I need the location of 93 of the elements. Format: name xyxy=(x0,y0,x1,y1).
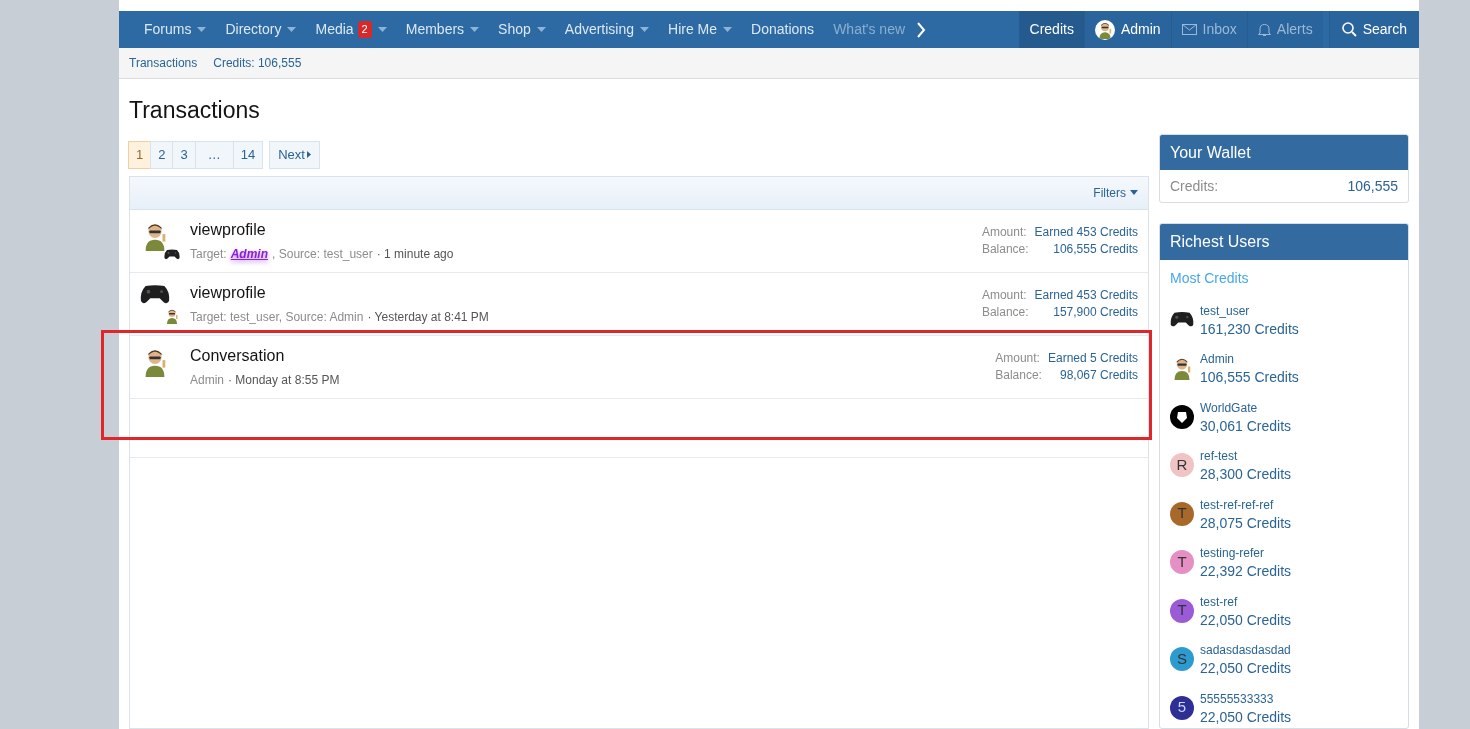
credits-amount: 161,230 Credits xyxy=(1200,319,1299,338)
username-link[interactable]: test_user xyxy=(1200,301,1299,320)
nav-tab[interactable]: Inbox xyxy=(1170,11,1247,48)
transaction-title[interactable]: viewprofile xyxy=(190,218,454,242)
meta-text: Target: test_user, Source: Admin xyxy=(190,309,364,326)
caret-icon xyxy=(723,27,733,32)
meta-text: Admin xyxy=(190,372,224,389)
filters-button[interactable]: Filters xyxy=(1093,183,1138,202)
page-link[interactable]: 2 xyxy=(150,140,174,169)
amount-value: Earned 5 Credits xyxy=(1047,349,1138,367)
caret-icon xyxy=(306,151,311,158)
page-link[interactable]: 1 xyxy=(128,140,152,169)
next-button[interactable]: Next xyxy=(269,140,320,169)
bell-icon xyxy=(1257,22,1271,37)
chevron-right-icon[interactable] xyxy=(916,21,927,38)
panel-title: Richest Users xyxy=(1160,224,1408,261)
letter-avatar: S xyxy=(1170,647,1194,672)
page-link[interactable]: 14 xyxy=(232,140,264,169)
username-link[interactable]: Admin xyxy=(1200,350,1299,369)
credits-amount: 30,061 Credits xyxy=(1200,416,1292,435)
nav-tab[interactable]: Directory xyxy=(225,19,297,40)
panel-title: Your Wallet xyxy=(1160,135,1408,170)
letter-avatar: T xyxy=(1170,598,1194,623)
username-link[interactable]: WorldGate xyxy=(1200,398,1292,417)
caret-icon xyxy=(640,27,650,32)
search-icon xyxy=(1341,22,1357,37)
username-link[interactable]: sadasdasdasdad xyxy=(1200,641,1292,660)
panel-subtitle: Most Credits xyxy=(1169,269,1250,289)
letter-avatar: R xyxy=(1170,453,1194,478)
balance-label: Balance: xyxy=(981,240,1029,258)
credits-amount: 28,075 Credits xyxy=(1200,513,1292,532)
username-link[interactable]: Admin xyxy=(230,245,269,263)
timestamp: · 1 minute ago xyxy=(376,246,454,263)
breadcrumb-link[interactable]: Credits: 106,555 xyxy=(213,54,302,72)
gamepad-icon xyxy=(164,249,180,261)
balance-value: 98,067 Credits xyxy=(1058,366,1138,384)
meta-text: Target: xyxy=(190,246,227,263)
gamepad-icon xyxy=(140,283,170,305)
nav-tab[interactable]: Media 2 xyxy=(315,19,387,40)
gamepad-icon xyxy=(1170,311,1194,329)
amount-label: Amount: xyxy=(981,223,1028,241)
page-link[interactable]: 3 xyxy=(172,140,196,169)
amount-value: Earned 453 Credits xyxy=(1034,223,1138,241)
caret-icon xyxy=(1130,190,1138,195)
nav-tab[interactable]: Advertising xyxy=(564,19,650,40)
balance-value: 157,900 Credits xyxy=(1052,303,1138,321)
transaction-title[interactable]: viewprofile xyxy=(190,281,489,305)
meta-text: , Source: test_user xyxy=(272,246,373,263)
amount-value: Earned 453 Credits xyxy=(1034,286,1138,304)
nav-tab[interactable]: Search xyxy=(1328,11,1419,48)
count-badge: 2 xyxy=(357,21,372,38)
credits-amount: 106,555 Credits xyxy=(1200,368,1299,387)
username-link[interactable]: ref-test xyxy=(1200,447,1292,466)
balance-label: Balance: xyxy=(981,303,1029,321)
transaction-title[interactable]: Conversation xyxy=(190,344,340,368)
nav-tab[interactable]: Credits xyxy=(1018,11,1084,48)
balance-value: 106,555 Credits xyxy=(1052,240,1138,258)
nav-tab[interactable]: Shop xyxy=(498,19,546,40)
letter-avatar: T xyxy=(1170,550,1194,575)
letter-avatar: T xyxy=(1170,501,1194,526)
nav-tab[interactable]: Hire Me xyxy=(668,19,733,40)
caret-icon xyxy=(377,27,387,32)
username-link[interactable]: test-ref-ref-ref xyxy=(1200,495,1292,514)
timestamp: · Monday at 8:55 PM xyxy=(228,372,340,389)
emblem-avatar-icon xyxy=(1170,404,1194,429)
username-link[interactable]: 55555533333 xyxy=(1200,689,1292,708)
nav-tab[interactable]: Donations xyxy=(751,19,815,40)
caret-icon xyxy=(470,27,480,32)
page-link[interactable]: … xyxy=(194,140,234,169)
credits-amount: 22,050 Credits xyxy=(1200,659,1292,678)
breadcrumb-link[interactable]: Transactions xyxy=(129,54,198,72)
caret-icon xyxy=(197,27,207,32)
page-title: Transactions xyxy=(129,96,261,125)
avatar-figure-icon xyxy=(164,307,180,324)
username-link[interactable]: test-ref xyxy=(1200,592,1292,611)
envelope-icon xyxy=(1181,24,1197,35)
balance-label: Balance: xyxy=(995,366,1042,384)
letter-avatar: 5 xyxy=(1170,695,1194,720)
credits-amount: 22,392 Credits xyxy=(1200,562,1292,581)
amount-label: Amount: xyxy=(995,349,1041,367)
nav-tab[interactable]: Members xyxy=(405,19,480,40)
credits-amount: 22,050 Credits xyxy=(1200,610,1292,629)
caret-icon xyxy=(287,27,297,32)
nav-tab[interactable]: Forums xyxy=(144,19,207,40)
username-link[interactable]: testing-refer xyxy=(1200,544,1292,563)
timestamp: · Yesterday at 8:41 PM xyxy=(367,309,489,326)
credits-amount: 28,300 Credits xyxy=(1200,465,1292,484)
wallet-value: 106,555 xyxy=(1347,177,1398,196)
wallet-label: Credits: xyxy=(1170,177,1219,196)
nav-tab[interactable]: Admin xyxy=(1083,11,1171,48)
amount-label: Amount: xyxy=(981,286,1028,304)
caret-icon xyxy=(536,27,546,32)
credits-amount: 22,050 Credits xyxy=(1200,707,1292,726)
